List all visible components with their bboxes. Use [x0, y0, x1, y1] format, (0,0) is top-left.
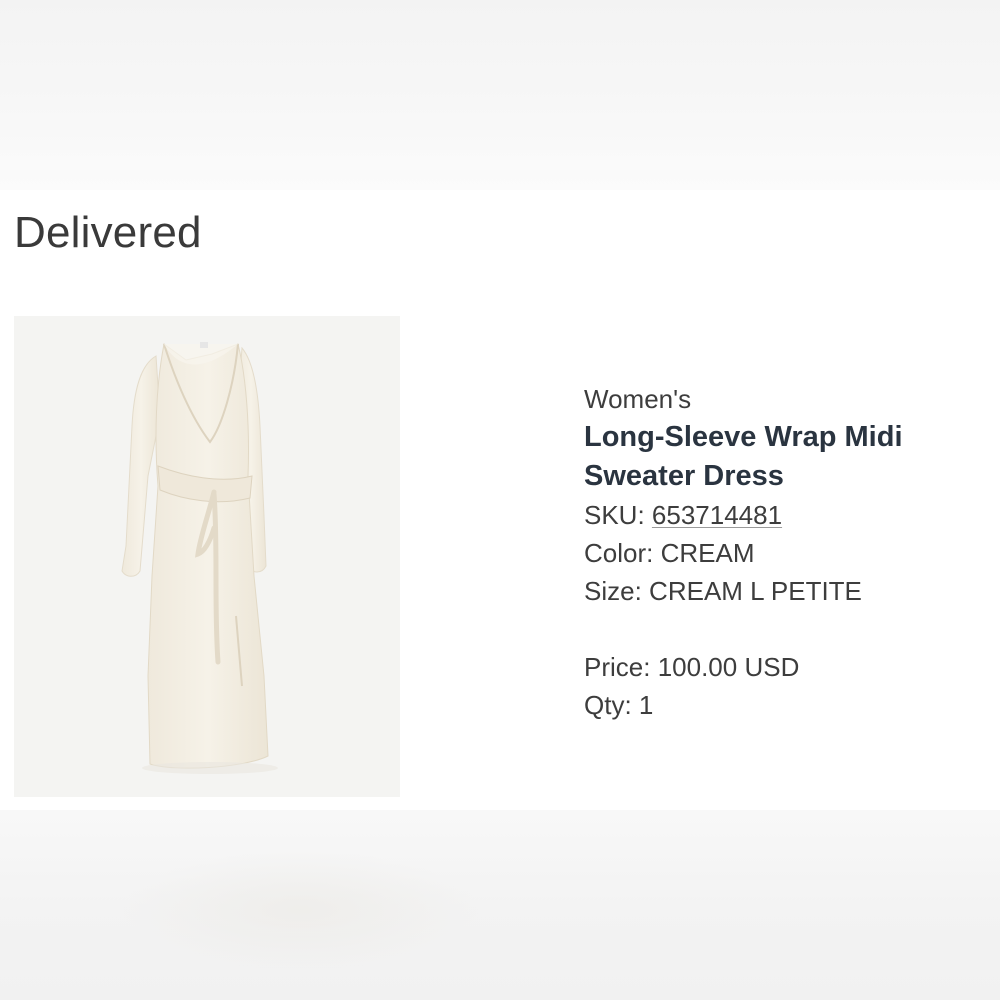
- delivery-status-heading: Delivered: [14, 208, 202, 257]
- blurred-background-top: [0, 0, 1000, 190]
- details-spacer: [584, 610, 984, 648]
- dress-photo-icon: [14, 316, 400, 797]
- sku-label: SKU:: [584, 500, 645, 530]
- sku-row: SKU: 653714481: [584, 496, 984, 534]
- price-value: 100.00 USD: [657, 652, 800, 682]
- product-image[interactable]: [14, 316, 400, 797]
- product-details: Women's Long-Sleeve Wrap Midi Sweater Dr…: [584, 380, 984, 724]
- product-category: Women's: [584, 384, 692, 414]
- sku-value-link[interactable]: 653714481: [652, 500, 782, 530]
- price-label: Price:: [584, 652, 651, 682]
- product-name-line-2[interactable]: Sweater Dress: [584, 460, 784, 492]
- blurred-background-bottom: [0, 810, 1000, 1000]
- product-name[interactable]: Long-Sleeve Wrap Midi Sweater Dress: [584, 418, 984, 496]
- size-row: Size: CREAM L PETITE: [584, 572, 984, 610]
- order-item-card: Delivered Women's Long-Sleeve Wrap Midi …: [0, 190, 1000, 810]
- price-row: Price: 100.00 USD: [584, 648, 984, 686]
- quantity-value: 1: [638, 690, 654, 720]
- quantity-label: Qty:: [584, 690, 632, 720]
- color-value: CREAM: [660, 538, 755, 568]
- color-label: Color:: [584, 538, 654, 568]
- product-name-line-1[interactable]: Long-Sleeve Wrap Midi: [584, 421, 903, 453]
- quantity-row: Qty: 1: [584, 686, 984, 724]
- color-row: Color: CREAM: [584, 534, 984, 572]
- size-label: Size:: [584, 576, 642, 606]
- size-value: CREAM L PETITE: [649, 576, 862, 606]
